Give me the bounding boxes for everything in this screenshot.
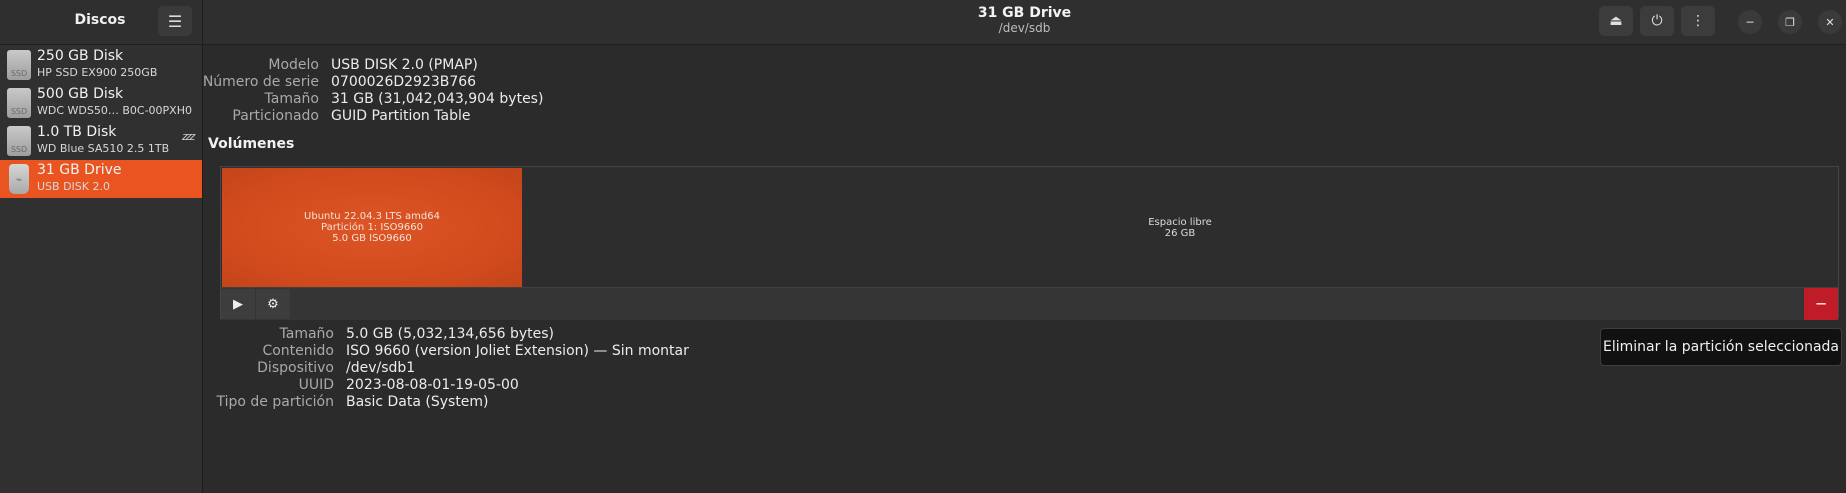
disk-item-31gb-usb[interactable]: ⌁ 31 GB Drive USB DISK 2.0 bbox=[0, 160, 202, 198]
info-value: ISO 9660 (version Joliet Extension) — Si… bbox=[346, 343, 689, 359]
sleep-icon: zzz bbox=[182, 130, 195, 143]
minimize-icon: ─ bbox=[1746, 15, 1754, 29]
mount-button[interactable]: ▶ bbox=[221, 289, 255, 319]
more-options-button[interactable]: ⋮ bbox=[1681, 6, 1715, 36]
info-label: Tamaño bbox=[264, 91, 319, 107]
ssd-icon: SSD bbox=[7, 126, 31, 156]
power-off-button[interactable]: ⏻ bbox=[1640, 6, 1674, 36]
disk-model: USB DISK 2.0 bbox=[37, 180, 110, 193]
disk-model: HP SSD EX900 250GB bbox=[37, 66, 158, 79]
info-value: GUID Partition Table bbox=[331, 108, 471, 124]
restore-icon: ❐ bbox=[1785, 15, 1795, 29]
disk-name: 1.0 TB Disk bbox=[37, 124, 117, 140]
disk-item-250gb[interactable]: SSD 250 GB Disk HP SSD EX900 250GB bbox=[0, 46, 202, 84]
info-value: USB DISK 2.0 (PMAP) bbox=[331, 57, 478, 73]
info-label: Modelo bbox=[268, 57, 319, 73]
sidebar: Discos ☰ SSD 250 GB Disk HP SSD EX900 25… bbox=[0, 0, 203, 493]
disk-name: 500 GB Disk bbox=[37, 86, 124, 102]
disk-name: 250 GB Disk bbox=[37, 48, 124, 64]
ssd-icon: SSD bbox=[7, 88, 31, 118]
delete-partition-tooltip: Eliminar la partición seleccionada bbox=[1600, 328, 1842, 366]
info-label: UUID bbox=[298, 377, 334, 393]
usb-icon: ⌁ bbox=[9, 164, 29, 194]
power-icon: ⏻ bbox=[1651, 13, 1663, 29]
info-label: Tamaño bbox=[279, 326, 334, 342]
sidebar-header: Discos ☰ bbox=[0, 0, 202, 45]
info-value: 31 GB (31,042,043,904 bytes) bbox=[331, 91, 544, 107]
ssd-icon: SSD bbox=[7, 50, 31, 80]
info-label: Contenido bbox=[262, 343, 334, 359]
eject-button[interactable]: ⏏ bbox=[1599, 6, 1633, 36]
partition-label: Partición 1: ISO9660 bbox=[321, 222, 423, 233]
info-label: Número de serie bbox=[202, 74, 319, 90]
partition-label: Ubuntu 22.04.3 LTS amd64 bbox=[304, 211, 440, 222]
info-value: 0700026D2923B766 bbox=[331, 74, 477, 90]
info-label: Dispositivo bbox=[257, 360, 334, 376]
volumes-heading: Volúmenes bbox=[208, 136, 295, 152]
minimize-button[interactable]: ─ bbox=[1738, 10, 1762, 34]
close-button[interactable]: ✕ bbox=[1818, 10, 1842, 34]
hamburger-icon: ☰ bbox=[167, 11, 183, 31]
info-value: /dev/sdb1 bbox=[346, 360, 416, 376]
main-menu-button[interactable]: ☰ bbox=[158, 6, 192, 36]
disk-model: WD Blue SA510 2.5 1TB bbox=[37, 142, 170, 155]
info-label: Tipo de partición bbox=[216, 394, 335, 410]
close-icon: ✕ bbox=[1825, 15, 1835, 29]
gear-icon: ⚙ bbox=[267, 296, 279, 312]
volume-map: Ubuntu 22.04.3 LTS amd64 Partición 1: IS… bbox=[220, 166, 1839, 320]
minus-icon: ─ bbox=[1816, 295, 1826, 313]
partition-label: 5.0 GB ISO9660 bbox=[332, 233, 412, 244]
info-value: 5.0 GB (5,032,134,656 bytes) bbox=[346, 326, 554, 342]
disk-list: SSD 250 GB Disk HP SSD EX900 250GB SSD 5… bbox=[0, 46, 202, 198]
eject-icon: ⏏ bbox=[1609, 13, 1623, 29]
partition-settings-button[interactable]: ⚙ bbox=[256, 289, 290, 319]
info-label: Particionado bbox=[232, 108, 319, 124]
free-space-size: 26 GB bbox=[1164, 227, 1196, 239]
info-value: Basic Data (System) bbox=[346, 394, 489, 410]
maximize-button[interactable]: ❐ bbox=[1778, 10, 1802, 34]
more-options-icon: ⋮ bbox=[1691, 13, 1705, 29]
disk-item-500gb[interactable]: SSD 500 GB Disk WDC WDS50… B0C-00PXH0 bbox=[0, 84, 202, 122]
info-value: 2023-08-08-01-19-05-00 bbox=[346, 377, 519, 393]
disk-name: 31 GB Drive bbox=[37, 162, 122, 178]
free-space-label: Espacio libre bbox=[1148, 216, 1212, 228]
play-icon: ▶ bbox=[233, 296, 243, 312]
disk-model: WDC WDS50… B0C-00PXH0 bbox=[37, 104, 192, 117]
delete-partition-button[interactable]: ─ bbox=[1804, 288, 1838, 320]
free-space-block[interactable]: Espacio libre 26 GB bbox=[523, 168, 1837, 287]
disk-item-1tb[interactable]: SSD 1.0 TB Disk WD Blue SA510 2.5 1TB zz… bbox=[0, 122, 202, 160]
header-bar: 31 GB Drive /dev/sdb ⏏ ⏻ ⋮ ─ ❐ ✕ bbox=[203, 0, 1846, 45]
volume-toolbar: ▶ ⚙ ─ bbox=[221, 287, 1838, 320]
partition-block[interactable]: Ubuntu 22.04.3 LTS amd64 Partición 1: IS… bbox=[222, 168, 522, 287]
